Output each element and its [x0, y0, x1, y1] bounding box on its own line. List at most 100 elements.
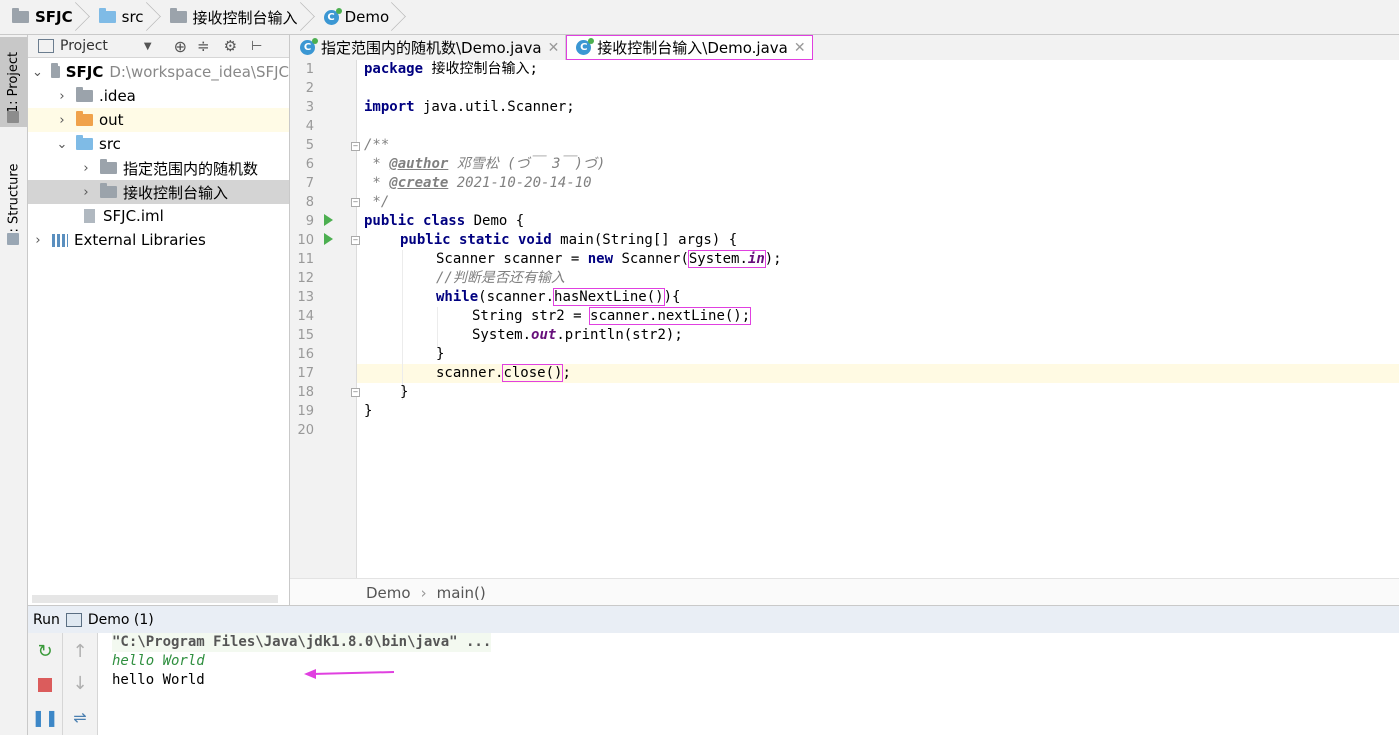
tree-item-external-libraries[interactable]: › External Libraries [28, 228, 289, 252]
expand-arrow-icon[interactable]: ⌄ [56, 137, 68, 152]
java-class-icon: C [323, 7, 342, 25]
expand-arrow-icon[interactable]: ⌄ [32, 65, 43, 80]
tab-input-demo[interactable]: C 接收控制台输入\Demo.java ✕ [566, 35, 813, 60]
collapse-all-icon[interactable]: ≑ [197, 37, 210, 55]
nav-crumb-project[interactable]: SFJC [0, 0, 83, 34]
code-line-3: import java.util.Scanner; [364, 98, 575, 117]
run-toolbar-secondary: ↑ ↓ ⇌ [63, 633, 98, 735]
code-line-13: while(scanner.hasNextLine()){ [436, 288, 680, 307]
code-line-11: Scanner scanner = new Scanner(System.in)… [436, 250, 782, 269]
package-icon [169, 8, 187, 23]
project-panel-header: Project ▼ ⊕ ≑ ⚙ ⊢ [28, 35, 289, 58]
line-number: 14 [297, 309, 314, 324]
close-icon[interactable]: ✕ [548, 40, 560, 56]
run-class-icon[interactable] [324, 214, 333, 226]
code-text: 2021-10-20-14-10 [448, 175, 592, 191]
tree-item-package-random[interactable]: › 指定范围内的随机数 [28, 156, 289, 180]
code-line-19: } [364, 403, 373, 419]
tree-item-label: out [99, 111, 124, 129]
java-class-icon: C [300, 38, 318, 55]
collapsed-arrow-icon[interactable]: › [80, 185, 92, 200]
code-text: System. [472, 327, 532, 343]
highlight-box-close: close() [502, 364, 564, 382]
fold-marker-icon[interactable]: − [351, 388, 360, 397]
keyword: public static void [400, 232, 552, 248]
code-line-18: } [400, 384, 409, 400]
tree-item-src[interactable]: ⌄ src [28, 132, 289, 156]
code-text: ){ [663, 289, 681, 305]
line-number: 8 [305, 195, 314, 210]
highlight-box-hasnextline: hasNextLine() [553, 288, 665, 306]
static-field: in [747, 251, 765, 267]
structure-tab-icon [7, 233, 19, 245]
collapsed-arrow-icon[interactable]: › [56, 89, 68, 104]
stop-icon[interactable] [28, 673, 62, 697]
code-text: String str2 = [472, 308, 591, 324]
fold-marker-icon[interactable]: − [351, 142, 360, 151]
close-icon[interactable]: ✕ [794, 40, 806, 56]
editor-tabs: C 指定范围内的随机数\Demo.java ✕ C 接收控制台输入\Demo.j… [290, 35, 1399, 61]
collapsed-arrow-icon[interactable]: › [32, 233, 44, 248]
breadcrumb-class[interactable]: Demo [366, 584, 411, 602]
gear-icon[interactable]: ⚙ [224, 37, 237, 55]
tree-item-idea[interactable]: › .idea [28, 84, 289, 108]
line-number: 15 [297, 328, 314, 343]
left-tool-strip: 1: Project Z: Structure [0, 35, 28, 735]
run-config-icon [65, 612, 82, 627]
up-arrow-icon[interactable]: ↑ [63, 639, 97, 663]
code-line-17: scanner.close(); [436, 364, 571, 383]
rerun-icon[interactable]: ↻ [28, 639, 62, 663]
tab-label: 指定范围内的随机数\Demo.java [321, 39, 542, 57]
tree-root-name: SFJC [65, 63, 104, 81]
horizontal-scrollbar[interactable] [32, 595, 278, 603]
run-panel-header: Run Demo (1) [28, 605, 1399, 634]
keyword: import [364, 99, 415, 115]
nav-crumb-package[interactable]: 接收控制台输入 [154, 0, 308, 34]
tab-random-demo[interactable]: C 指定范围内的随机数\Demo.java ✕ [290, 35, 567, 60]
line-number: 3 [305, 100, 314, 115]
hide-panel-icon[interactable]: ⊢ [251, 39, 262, 54]
code-text: System. [688, 251, 748, 267]
chevron-down-icon[interactable]: ▼ [144, 41, 152, 52]
run-toolbar-primary: ↻ ❚❚ [28, 633, 63, 735]
line-number: 2 [305, 81, 314, 96]
nav-crumb-class[interactable]: C Demo [308, 0, 400, 34]
code-text: (scanner. [478, 289, 555, 305]
line-number: 1 [305, 62, 314, 77]
breadcrumb-method[interactable]: main() [437, 584, 486, 602]
collapsed-arrow-icon[interactable]: › [56, 113, 68, 128]
code-text: Demo { [465, 213, 525, 229]
nav-crumb-src[interactable]: src [83, 0, 154, 34]
run-main-icon[interactable] [324, 233, 333, 245]
collapsed-arrow-icon[interactable]: › [80, 161, 92, 176]
code-editor[interactable]: 1 2 3 4 5 6 7 8 9 10 11 12 13 14 15 16 17 18 19 20 − − − − … [290, 60, 1399, 578]
fold-marker-icon[interactable]: − [351, 198, 360, 207]
indent-guide [437, 307, 438, 347]
tree-item-package-input[interactable]: › 接收控制台输入 [28, 180, 289, 204]
indent-guide [402, 250, 403, 400]
line-number: 18 [297, 385, 314, 400]
pause-icon[interactable]: ❚❚ [28, 705, 62, 729]
structure-tool-tab-label: Z: Structure [6, 163, 21, 242]
tree-item-out[interactable]: › out [28, 108, 289, 132]
project-view-selector[interactable]: Project [60, 38, 108, 54]
keyword: new [587, 251, 614, 267]
code-line-1: package 接收控制台输入; [364, 60, 538, 79]
console-output[interactable]: "C:\Program Files\Java\jdk1.8.0\bin\java… [98, 633, 1399, 735]
highlight-box-system-in: System.in [687, 250, 766, 268]
tree-item-root[interactable]: ⌄ SFJC D:\workspace_idea\SFJC [28, 60, 289, 84]
keyword: while [436, 289, 479, 305]
tree-item-iml[interactable]: SFJC.iml [28, 204, 289, 228]
line-number: 6 [305, 157, 314, 172]
locate-icon[interactable]: ⊕ [174, 37, 187, 56]
project-tab-icon [7, 111, 19, 123]
down-arrow-icon[interactable]: ↓ [63, 671, 97, 695]
folder-icon [76, 87, 93, 102]
code-line-9: public class Demo { [364, 212, 524, 231]
highlight-box-nextline: scanner.nextLine(); [589, 307, 752, 325]
libraries-icon [52, 233, 68, 247]
soft-wrap-icon[interactable]: ⇌ [63, 705, 97, 729]
run-config-tab[interactable]: Demo (1) [88, 612, 154, 628]
annotation-arrow-icon [304, 669, 395, 679]
fold-marker-icon[interactable]: − [351, 236, 360, 245]
